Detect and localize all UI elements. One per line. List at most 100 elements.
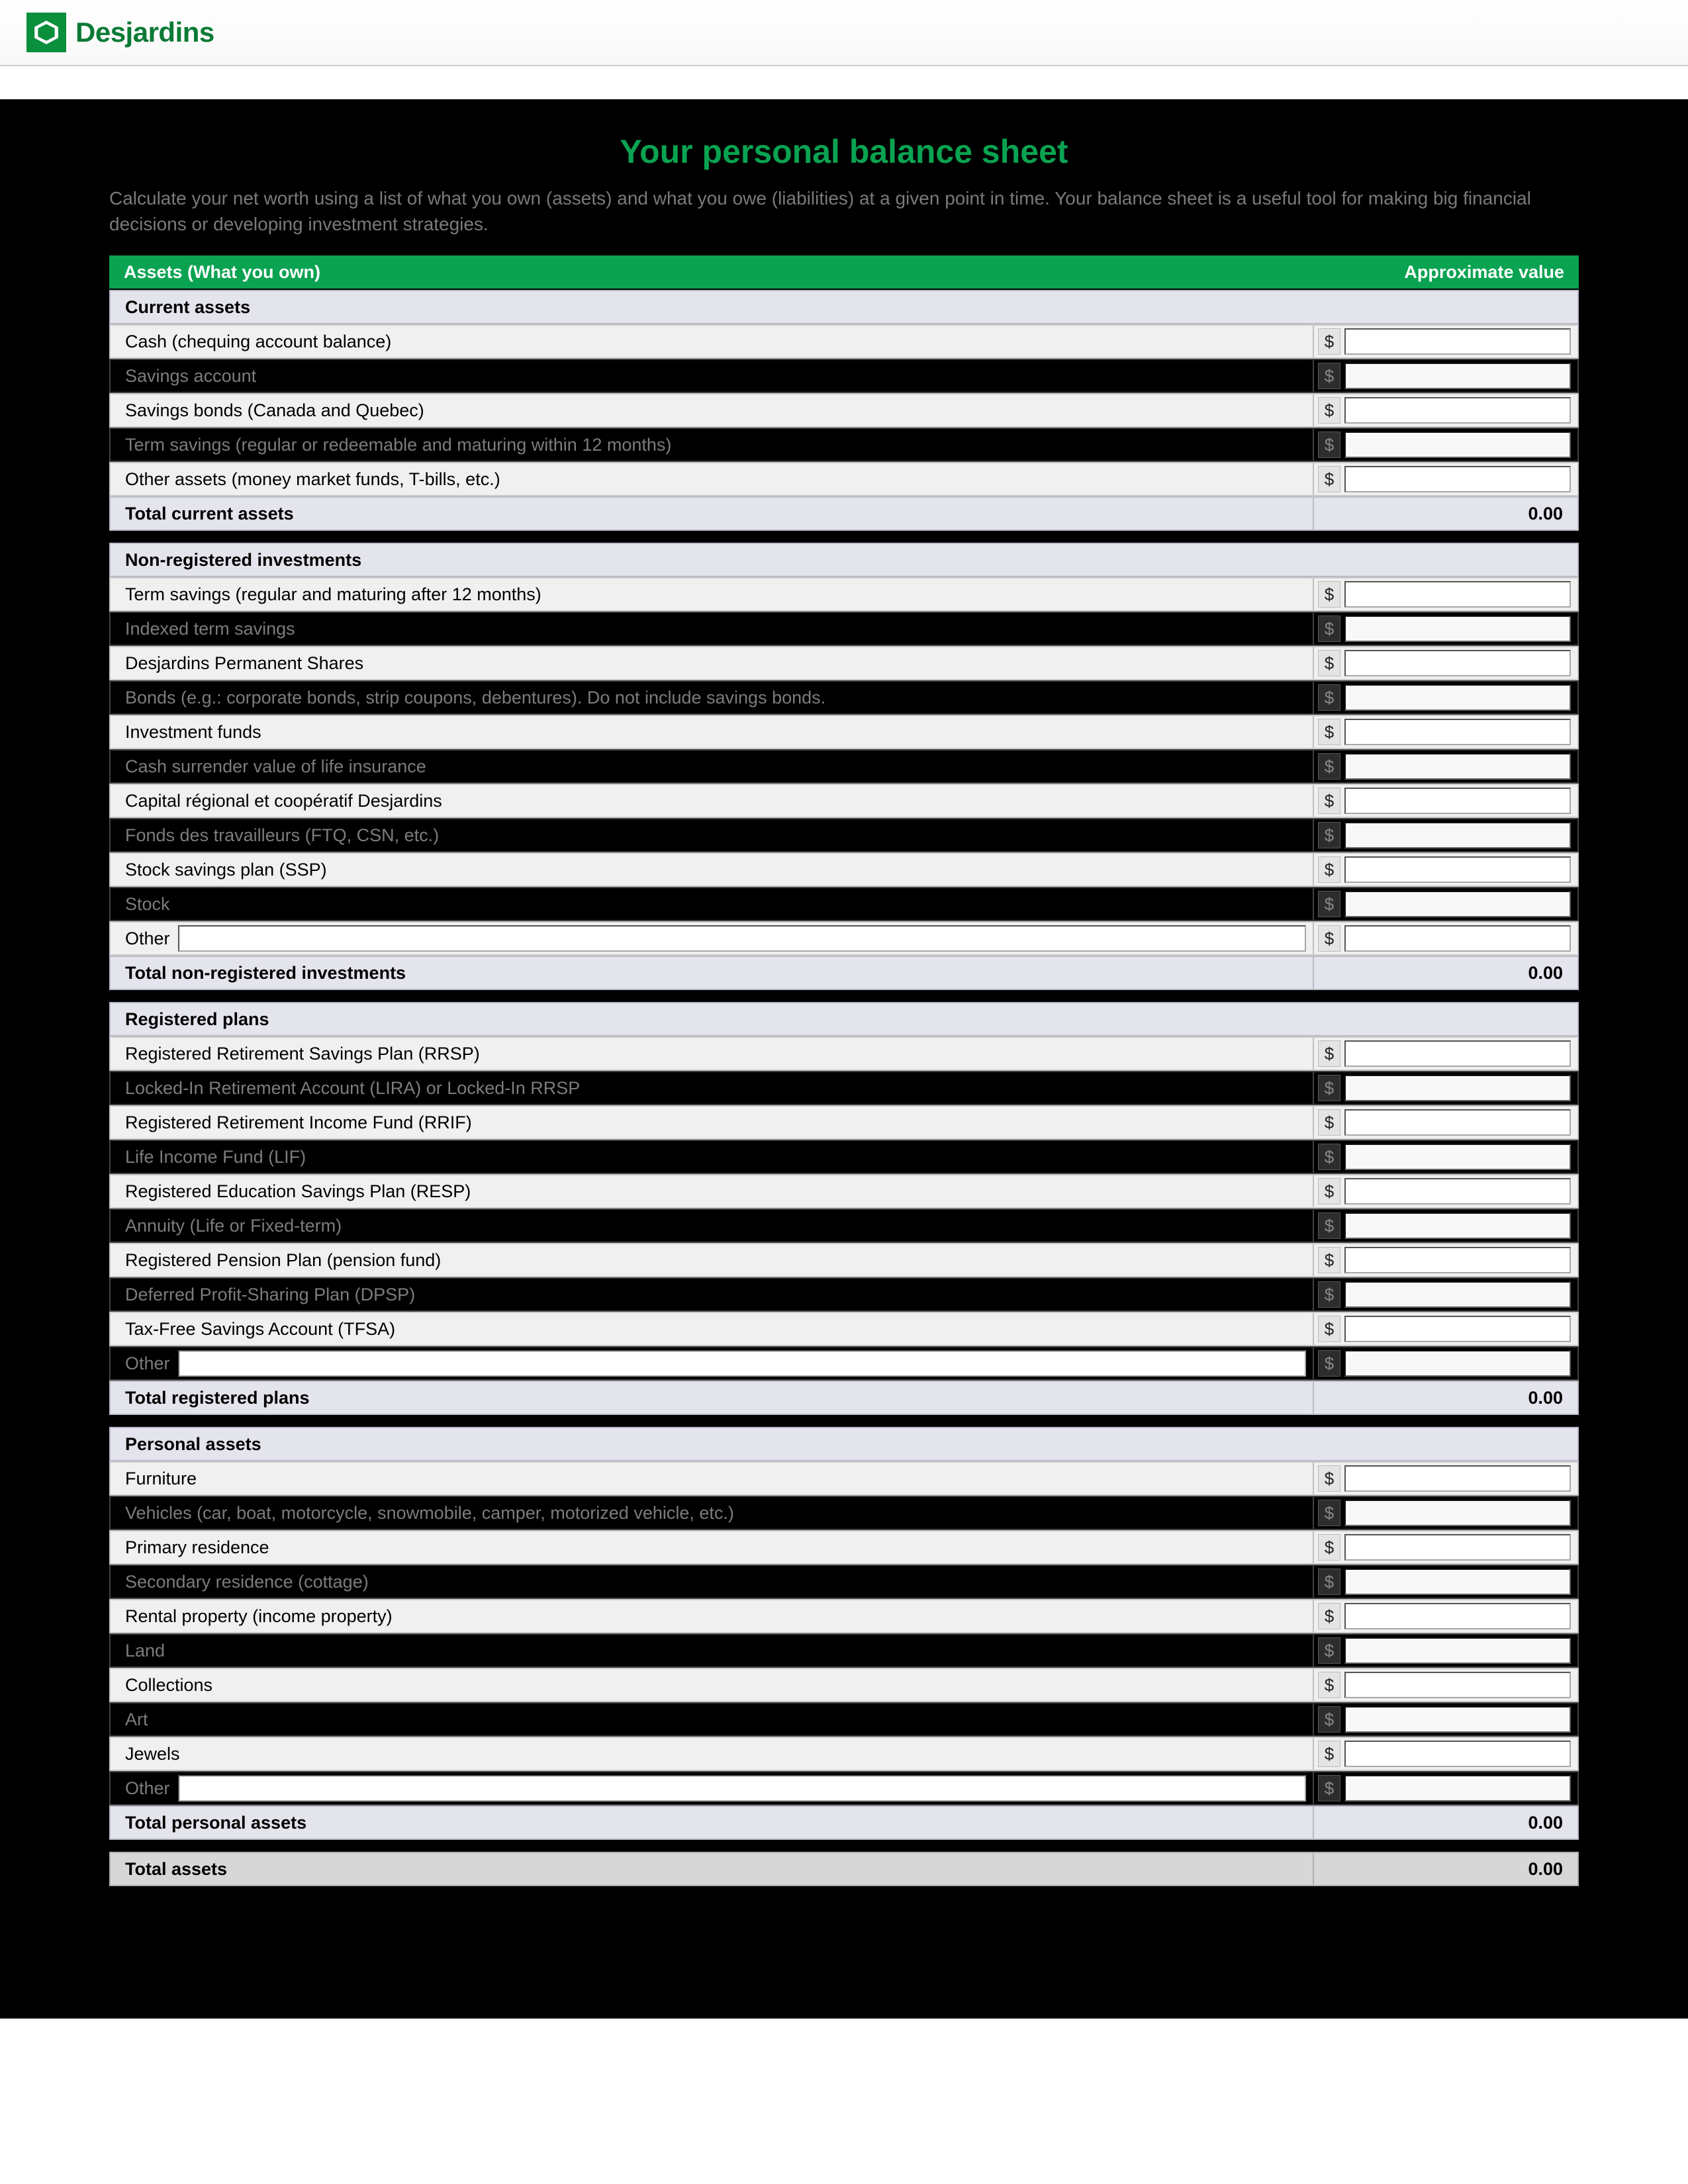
app-header: Desjardins bbox=[0, 0, 1688, 66]
registered-other-text-input[interactable] bbox=[178, 1350, 1306, 1377]
nonreg-other-text-input[interactable] bbox=[178, 925, 1306, 952]
registered-row-label: Registered Pension Plan (pension fund) bbox=[111, 1244, 1313, 1276]
currency-symbol: $ bbox=[1318, 719, 1340, 745]
registered-amount-input[interactable] bbox=[1344, 1040, 1571, 1067]
personal-row: Rental property (income property)$ bbox=[109, 1599, 1579, 1633]
registered-row-label: Locked-In Retirement Account (LIRA) or L… bbox=[111, 1072, 1313, 1104]
current-amount-input[interactable] bbox=[1344, 328, 1571, 355]
registered-amount-input[interactable] bbox=[1344, 1247, 1571, 1273]
nonreg-row: Stock savings plan (SSP)$ bbox=[109, 852, 1579, 887]
personal-other-text-input[interactable] bbox=[178, 1775, 1306, 1801]
nonreg-amount-input[interactable] bbox=[1344, 650, 1571, 676]
personal-row-label: Land bbox=[111, 1635, 1313, 1666]
registered-row: Locked-In Retirement Account (LIRA) or L… bbox=[109, 1071, 1579, 1105]
currency-symbol: $ bbox=[1318, 925, 1340, 952]
currency-symbol: $ bbox=[1318, 1350, 1340, 1377]
personal-amount-input[interactable] bbox=[1344, 1569, 1571, 1595]
personal-amount-input[interactable] bbox=[1344, 1672, 1571, 1698]
nonreg-amount-input[interactable] bbox=[1344, 719, 1571, 745]
nonreg-row: Stock$ bbox=[109, 887, 1579, 921]
currency-symbol: $ bbox=[1318, 1500, 1340, 1526]
personal-amount-input[interactable] bbox=[1344, 1706, 1571, 1733]
nonreg-row-label: Desjardins Permanent Shares bbox=[111, 647, 1313, 679]
personal-row: Art$ bbox=[109, 1702, 1579, 1737]
total-nonreg-row: Total non-registered investments 0.00 bbox=[109, 956, 1579, 990]
personal-amount-input[interactable] bbox=[1344, 1741, 1571, 1767]
registered-row: Annuity (Life or Fixed-term)$ bbox=[109, 1208, 1579, 1243]
registered-row: Tax-Free Savings Account (TFSA)$ bbox=[109, 1312, 1579, 1346]
nonreg-row: Indexed term savings$ bbox=[109, 612, 1579, 646]
registered-amount-input[interactable] bbox=[1344, 1109, 1571, 1136]
personal-row-label: Secondary residence (cottage) bbox=[111, 1566, 1313, 1598]
nonreg-amount-input[interactable] bbox=[1344, 684, 1571, 711]
nonreg-row: Capital régional et coopératif Desjardin… bbox=[109, 784, 1579, 818]
assets-header-value-label: Approximate value bbox=[1314, 255, 1579, 289]
registered-other-label: Other bbox=[125, 1353, 173, 1374]
personal-amount-input[interactable] bbox=[1344, 1534, 1571, 1561]
current-row: Savings account$ bbox=[109, 359, 1579, 393]
nonreg-amount-input[interactable] bbox=[1344, 891, 1571, 917]
total-assets-row: Total assets 0.00 bbox=[109, 1852, 1579, 1886]
current-row: Cash (chequing account balance)$ bbox=[109, 324, 1579, 359]
registered-row: Registered Retirement Savings Plan (RRSP… bbox=[109, 1036, 1579, 1071]
personal-row: Jewels$ bbox=[109, 1737, 1579, 1771]
assets-header-label: Assets (What you own) bbox=[109, 255, 1314, 289]
nonreg-amount-input[interactable] bbox=[1344, 581, 1571, 608]
current-amount-input[interactable] bbox=[1344, 363, 1571, 389]
personal-amount-input[interactable] bbox=[1344, 1465, 1571, 1492]
personal-amount-input[interactable] bbox=[1344, 1603, 1571, 1629]
current-amount-input[interactable] bbox=[1344, 432, 1571, 458]
nonreg-row: Desjardins Permanent Shares$ bbox=[109, 646, 1579, 680]
current-row-label: Savings account bbox=[111, 360, 1313, 392]
currency-symbol: $ bbox=[1318, 650, 1340, 676]
registered-amount-input[interactable] bbox=[1344, 1212, 1571, 1239]
total-nonreg-value: 0.00 bbox=[1313, 957, 1577, 989]
personal-row: Furniture$ bbox=[109, 1461, 1579, 1496]
nonreg-amount-input[interactable] bbox=[1344, 615, 1571, 642]
current-row: Other assets (money market funds, T-bill… bbox=[109, 462, 1579, 496]
personal-amount-input[interactable] bbox=[1344, 1637, 1571, 1664]
currency-symbol: $ bbox=[1318, 1316, 1340, 1342]
registered-row-label: Tax-Free Savings Account (TFSA) bbox=[111, 1313, 1313, 1345]
total-personal-value: 0.00 bbox=[1313, 1807, 1577, 1839]
registered-header: Registered plans bbox=[109, 1002, 1579, 1036]
personal-row-label: Vehicles (car, boat, motorcycle, snowmob… bbox=[111, 1497, 1313, 1529]
nonreg-header: Non-registered investments bbox=[109, 543, 1579, 577]
currency-symbol: $ bbox=[1318, 363, 1340, 389]
nonreg-amount-input[interactable] bbox=[1344, 822, 1571, 848]
assets-header-row: Assets (What you own) Approximate value bbox=[109, 255, 1579, 290]
registered-row: Deferred Profit-Sharing Plan (DPSP)$ bbox=[109, 1277, 1579, 1312]
nonreg-other-row: Other $ bbox=[109, 921, 1579, 956]
nonreg-other-amount-input[interactable] bbox=[1344, 925, 1571, 952]
intro-text: Calculate your net worth using a list of… bbox=[109, 185, 1579, 237]
personal-row-label: Art bbox=[111, 1704, 1313, 1735]
personal-other-amount-input[interactable] bbox=[1344, 1775, 1571, 1801]
personal-amount-input[interactable] bbox=[1344, 1500, 1571, 1526]
registered-amount-input[interactable] bbox=[1344, 1178, 1571, 1205]
current-amount-input[interactable] bbox=[1344, 397, 1571, 424]
nonreg-row: Bonds (e.g.: corporate bonds, strip coup… bbox=[109, 680, 1579, 715]
nonreg-row-label: Stock savings plan (SSP) bbox=[111, 854, 1313, 886]
registered-amount-input[interactable] bbox=[1344, 1316, 1571, 1342]
currency-symbol: $ bbox=[1318, 1178, 1340, 1205]
total-current-assets-value: 0.00 bbox=[1313, 498, 1577, 529]
personal-header: Personal assets bbox=[109, 1427, 1579, 1461]
registered-amount-input[interactable] bbox=[1344, 1281, 1571, 1308]
currency-symbol: $ bbox=[1318, 1672, 1340, 1698]
registered-row-label: Deferred Profit-Sharing Plan (DPSP) bbox=[111, 1279, 1313, 1310]
registered-amount-input[interactable] bbox=[1344, 1075, 1571, 1101]
current-amount-input[interactable] bbox=[1344, 466, 1571, 492]
registered-other-amount-input[interactable] bbox=[1344, 1350, 1571, 1377]
nonreg-amount-input[interactable] bbox=[1344, 856, 1571, 883]
current-row-label: Term savings (regular or redeemable and … bbox=[111, 429, 1313, 461]
registered-amount-input[interactable] bbox=[1344, 1144, 1571, 1170]
currency-symbol: $ bbox=[1318, 397, 1340, 424]
total-personal-row: Total personal assets 0.00 bbox=[109, 1805, 1579, 1840]
nonreg-other-label: Other bbox=[125, 929, 173, 949]
registered-other-row: Other $ bbox=[109, 1346, 1579, 1381]
current-row-label: Other assets (money market funds, T-bill… bbox=[111, 463, 1313, 495]
nonreg-amount-input[interactable] bbox=[1344, 788, 1571, 814]
personal-other-label: Other bbox=[125, 1778, 173, 1799]
nonreg-amount-input[interactable] bbox=[1344, 753, 1571, 780]
personal-row: Land$ bbox=[109, 1633, 1579, 1668]
